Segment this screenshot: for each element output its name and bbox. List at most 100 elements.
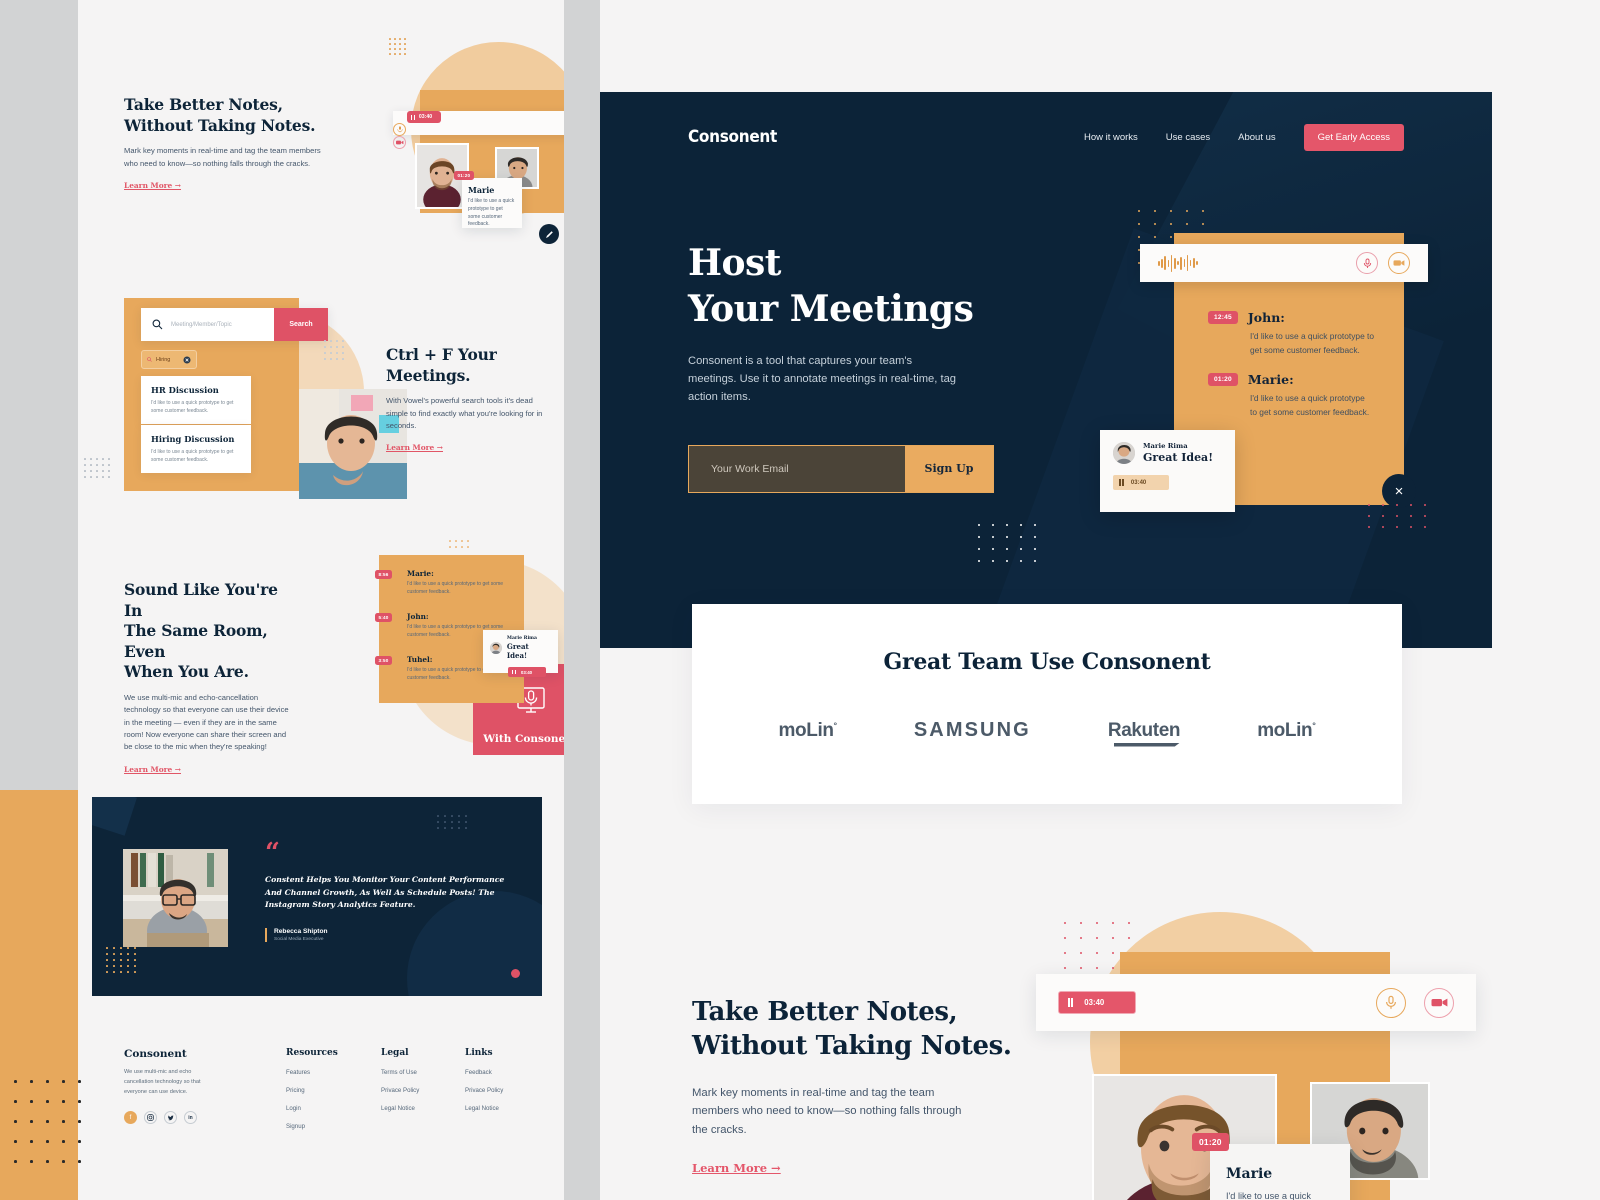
hero-heading: Host Your Meetings xyxy=(688,242,974,331)
nav-item-about-us[interactable]: About us xyxy=(1238,132,1276,143)
nav-item-use-cases[interactable]: Use cases xyxy=(1166,132,1210,143)
record-timer-pill[interactable]: 03:40 xyxy=(1058,991,1136,1014)
footer-link[interactable]: Privace Policy xyxy=(381,1087,455,1094)
edit-pencil-button[interactable] xyxy=(539,224,559,244)
dot-grid xyxy=(449,540,473,552)
playback-pill[interactable]: 03:40 xyxy=(508,667,546,677)
footer-column-legal: Legal Terms of Use Privace Policy Legal … xyxy=(381,1048,455,1112)
dot-grid xyxy=(84,458,114,482)
footer-link[interactable]: Feedback xyxy=(465,1069,539,1076)
note-timestamp-badge: 01:20 xyxy=(1192,1133,1229,1151)
decorative-shape xyxy=(92,797,137,836)
with-consonent-label: With Consonent xyxy=(483,733,564,745)
section1-heading: Take Better Notes, Without Taking Notes. xyxy=(124,95,316,135)
left-section-1-mockup: 03:40 01:20 Marie I'd like to use a quic… xyxy=(389,35,564,250)
result-body: I'd like to use a quick prototype to get… xyxy=(151,400,234,414)
transcript-speaker: John: xyxy=(1247,310,1285,325)
record-timer-pill[interactable]: 03:40 xyxy=(407,111,441,123)
hero-section: Consonent How it works Use cases About u… xyxy=(600,92,1492,648)
reaction-popup-card: Marie Rima Great Idea! 03:40 xyxy=(483,630,558,677)
transcript-row: 12:45 John: I'd like to use a quick prot… xyxy=(1208,310,1408,357)
footer-link[interactable]: Legal Notice xyxy=(381,1105,455,1112)
footer-link[interactable]: Login xyxy=(286,1105,354,1112)
transcript-text: I'd like to use a quick prototype to get… xyxy=(1250,331,1375,355)
transcript-text: I'd like to use a quick prototype to get… xyxy=(1250,393,1370,417)
transcript-timestamp: 5:40 xyxy=(375,613,392,622)
testimonial-role: Social Media Executive xyxy=(274,936,324,942)
video-camera-icon[interactable] xyxy=(1388,252,1410,274)
note-text: I'd like to use a quick prototype to get… xyxy=(468,198,515,228)
popup-name: Marie Rima xyxy=(1143,442,1188,450)
reaction-popup-card: Marie Rima Great Idea! 03:40 xyxy=(1100,430,1235,512)
meeting-toolbar: 03:40 xyxy=(393,111,564,149)
transcript-timestamp: 12:45 xyxy=(1208,311,1238,324)
footer-link[interactable]: Privace Policy xyxy=(465,1087,539,1094)
testimonial-text: Constent Helps You Monitor Your Content … xyxy=(265,875,505,910)
footer-description: We use multi-mic and echo cancellation t… xyxy=(124,1069,201,1095)
pause-icon xyxy=(512,670,516,674)
result-title: Hiring Discussion xyxy=(151,434,235,444)
transcript-row: 8:56 Marie: I'd like to use a quick prot… xyxy=(375,569,519,596)
search-input-placeholder[interactable]: Meeting/Member/Topic xyxy=(171,322,232,328)
dot-grid xyxy=(389,38,409,58)
search-icon xyxy=(147,357,152,362)
signup-form: Your Work Email Sign Up xyxy=(688,444,994,493)
search-result-item[interactable]: HR Discussion I'd like to use a quick pr… xyxy=(141,376,251,424)
pause-icon xyxy=(1119,479,1124,486)
section1-learn-more-link[interactable]: Learn More → xyxy=(124,181,181,190)
record-time: 03:40 xyxy=(1084,998,1105,1007)
nav-item-how-it-works[interactable]: How it works xyxy=(1084,132,1138,143)
microphone-icon[interactable] xyxy=(1376,987,1406,1018)
logos-card: Great Team Use Consonent moLin° SAMSUNG … xyxy=(692,604,1402,804)
carousel-dot[interactable] xyxy=(511,969,520,978)
instagram-icon[interactable] xyxy=(144,1111,157,1125)
section2-paragraph: With Vowel's powerful search tools it's … xyxy=(386,396,543,430)
pause-icon xyxy=(1068,998,1074,1007)
feature-learn-more-link[interactable]: Learn More → xyxy=(692,1161,781,1175)
twitter-icon[interactable] xyxy=(164,1111,177,1125)
email-field[interactable]: Your Work Email xyxy=(689,445,905,492)
footer-link[interactable]: Features xyxy=(286,1069,354,1076)
footer-brand: Consonent xyxy=(124,1048,187,1060)
right-preview-panel: Consonent How it works Use cases About u… xyxy=(600,0,1600,1200)
search-icon xyxy=(152,319,163,330)
search-button[interactable]: Search xyxy=(274,308,328,341)
hero-copy: Host Your Meetings Consonent is a tool t… xyxy=(688,240,1018,493)
logos-row: moLin° SAMSUNG Rakuten moLin° xyxy=(692,719,1402,742)
footer-link[interactable]: Signup xyxy=(286,1123,354,1130)
microphone-icon[interactable] xyxy=(1356,252,1378,274)
video-camera-icon[interactable] xyxy=(393,136,406,149)
testimonial-quote-block: “ Constent Helps You Monitor Your Conten… xyxy=(265,840,517,942)
feature-mockup: 03:40 01:20 Marie I'd like to use a quic… xyxy=(1020,892,1490,1200)
transcript-timestamp: 8:56 xyxy=(375,570,392,579)
search-bar[interactable]: Meeting/Member/Topic Search xyxy=(141,308,328,341)
section3-heading: Sound Like You're In The Same Room, Even… xyxy=(124,580,278,682)
close-icon xyxy=(183,355,191,364)
close-icon[interactable]: × xyxy=(1382,474,1416,508)
playback-pill[interactable]: 03:40 xyxy=(1113,475,1169,490)
decorative-orange-block xyxy=(0,790,81,1200)
microphone-icon[interactable] xyxy=(393,123,406,136)
hero-paragraph: Consonent is a tool that captures your t… xyxy=(688,355,957,404)
brand-logo[interactable]: Consonent xyxy=(688,127,1084,147)
linkedin-icon[interactable]: in xyxy=(184,1111,197,1125)
get-early-access-button[interactable]: Get Early Access xyxy=(1303,123,1404,151)
section3-learn-more-link[interactable]: Learn More → xyxy=(124,765,181,774)
feature-section-copy: Take Better Notes, Without Taking Notes.… xyxy=(692,996,1022,1177)
left-preview-panel: Take Better Notes, Without Taking Notes.… xyxy=(78,0,564,1200)
nav-links: How it works Use cases About us Get Earl… xyxy=(1084,123,1404,151)
facebook-icon[interactable]: f xyxy=(124,1111,137,1125)
transcript-speaker: Marie: xyxy=(1247,372,1294,388)
footer-link[interactable]: Legal Notice xyxy=(465,1105,539,1112)
note-speaker-name: Marie xyxy=(468,185,495,195)
footer-link[interactable]: Terms of Use xyxy=(381,1069,455,1076)
footer-link[interactable]: Pricing xyxy=(286,1087,354,1094)
signup-button[interactable]: Sign Up xyxy=(905,445,993,492)
active-filter-tag[interactable]: Hiring xyxy=(141,350,197,369)
section2-learn-more-link[interactable]: Learn More → xyxy=(386,443,443,452)
video-camera-icon[interactable] xyxy=(1424,987,1454,1018)
footer-column-resources: Resources Features Pricing Login Signup xyxy=(286,1048,354,1130)
annotation-note-card: 01:20 Marie I'd like to use a quick prot… xyxy=(454,171,522,228)
search-result-item[interactable]: Hiring Discussion I'd like to use a quic… xyxy=(141,425,251,473)
left-section-1-copy: Take Better Notes, Without Taking Notes.… xyxy=(124,95,329,193)
